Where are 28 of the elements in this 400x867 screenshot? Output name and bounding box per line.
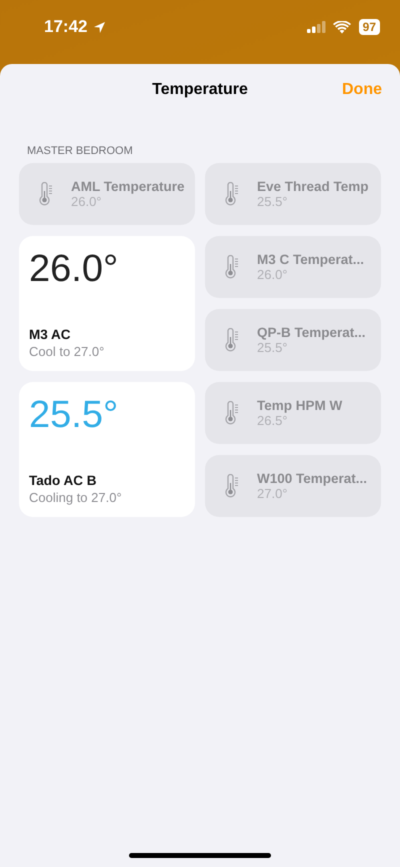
done-button[interactable]: Done <box>342 81 382 99</box>
sensor-name: W100 Temperat... <box>257 471 368 486</box>
thermometer-icon <box>225 255 239 279</box>
sensor-name: AML Temperature <box>71 179 185 194</box>
status-time: 17:42 <box>44 17 88 37</box>
sheet-title: Temperature <box>152 81 248 99</box>
current-temperature: 25.5° <box>29 394 118 437</box>
thermometer-icon <box>225 182 239 206</box>
ac-status: Cooling to 27.0° <box>29 490 122 505</box>
current-temperature: 26.0° <box>29 248 118 291</box>
sensor-name: Temp HPM W <box>257 398 342 413</box>
location-arrow-icon <box>93 20 106 34</box>
ac-name: M3 AC <box>29 327 71 342</box>
ac-tile[interactable]: 25.5° Tado AC B Cooling to 27.0° <box>19 382 195 517</box>
ac-tile[interactable]: 26.0° M3 AC Cool to 27.0° <box>19 236 195 371</box>
signal-icon <box>306 21 327 33</box>
sensor-name: QP-B Temperat... <box>257 325 366 340</box>
battery-level: 97 <box>358 19 380 35</box>
thermometer-icon <box>39 182 53 206</box>
ac-status: Cool to 27.0° <box>29 344 104 359</box>
ac-name: Tado AC B <box>29 473 96 488</box>
thermometer-icon <box>225 474 239 498</box>
wifi-icon <box>332 20 351 34</box>
thermometer-icon <box>225 401 239 425</box>
section-heading: MASTER BEDROOM <box>27 145 134 157</box>
sensor-name: M3 C Temperat... <box>257 252 364 267</box>
thermometer-icon <box>225 328 239 352</box>
sensor-name: Eve Thread Temp <box>257 179 369 194</box>
